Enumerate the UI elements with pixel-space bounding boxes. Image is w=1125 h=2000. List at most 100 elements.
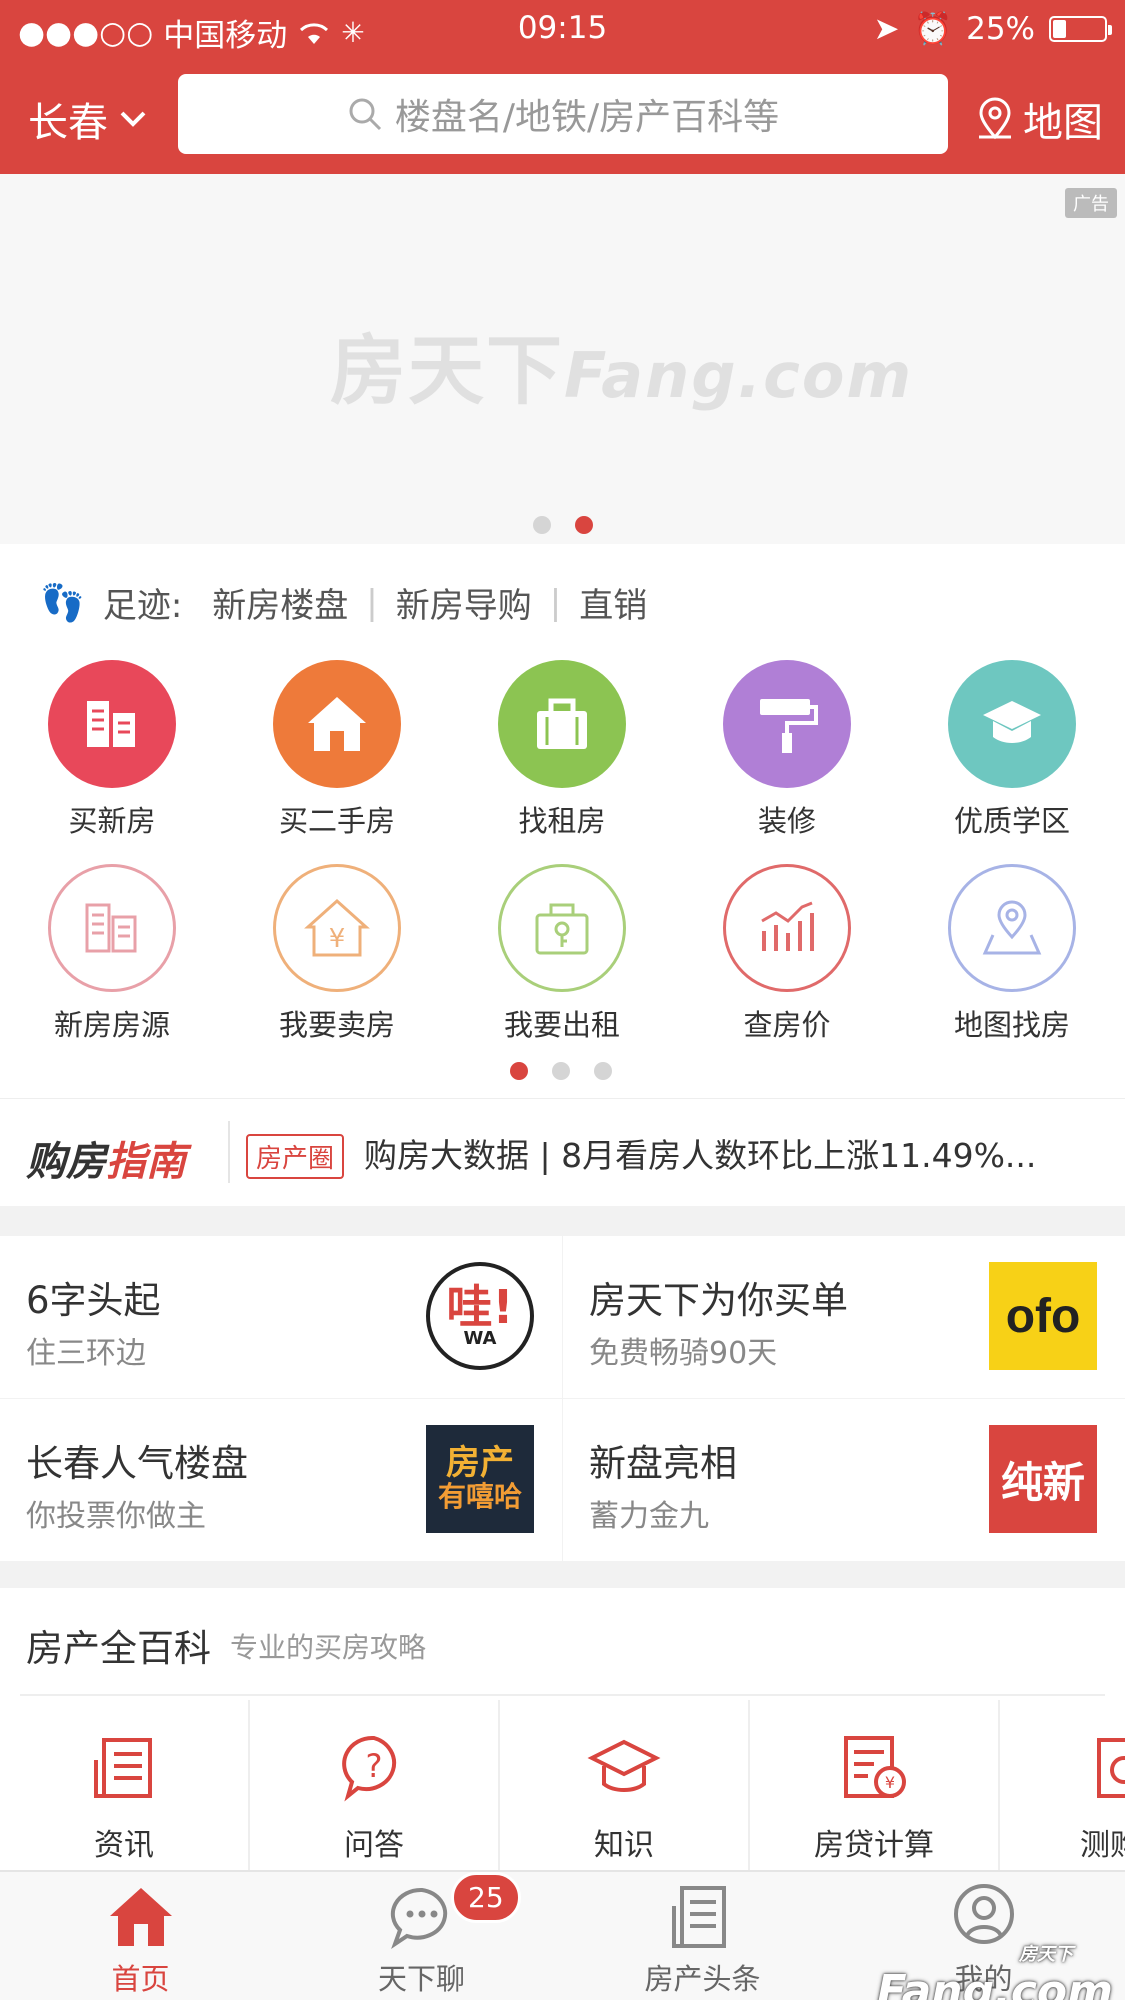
city-label: 长春 (28, 100, 108, 146)
location-arrow-icon: ➤ (873, 10, 900, 47)
news-icon (94, 1738, 152, 1798)
promo-subtitle: 免费畅骑90天 (589, 1336, 778, 1371)
grid-label: 找租房 (518, 804, 606, 838)
promo-wa-logo: 哇! WA (426, 1262, 534, 1370)
pager-dot[interactable] (594, 1062, 612, 1080)
wiki-item-qa[interactable]: ? 问答 (250, 1700, 500, 1870)
wiki-title: 房产全百科 (26, 1627, 211, 1670)
grid-item-sell[interactable]: ¥ 我要卖房 (247, 864, 427, 1044)
battery-icon (1049, 15, 1112, 42)
promo-img-text: 房产 (446, 1442, 514, 1483)
map-pin-icon (948, 864, 1076, 992)
promo-subtitle: 蓄力金九 (589, 1499, 709, 1534)
divider (228, 1121, 230, 1183)
wiki-label: 问答 (344, 1828, 404, 1863)
promo-img-text: ofo (1005, 1289, 1081, 1343)
grid-item-price[interactable]: 查房价 (697, 864, 877, 1044)
building-outline-icon (48, 864, 176, 992)
promo-card[interactable]: 长春人气楼盘 你投票你做主 房产 有嘻哈 (0, 1399, 562, 1561)
pager-dot[interactable] (533, 516, 551, 534)
promo-title: 6字头起 (26, 1279, 161, 1322)
alarm-icon: ⏰ (913, 11, 953, 47)
grid-item-new-listings[interactable]: 新房房源 (22, 864, 202, 1044)
grid-label: 我要卖房 (278, 1008, 395, 1042)
building-icon (48, 660, 176, 788)
guide-tag: 房产圈 (246, 1134, 345, 1179)
watermark-logo: 房天下 Fang.com (877, 1940, 1113, 2000)
tab-headlines[interactable]: 房产头条 (562, 1872, 843, 2000)
promo-title: 房天下为你买单 (589, 1279, 848, 1322)
question-icon: ? (342, 1735, 397, 1802)
house-yen-icon: ¥ (273, 864, 401, 992)
guide-headline[interactable]: 购房大数据 | 8月看房人数环比上涨11.49%... (364, 1129, 1109, 1177)
search-placeholder: 楼盘名/地铁/房产百科等 (394, 97, 780, 138)
footprint-item[interactable]: 直销 (579, 578, 647, 627)
tab-chat[interactable]: 天下聊 25 (281, 1872, 562, 2000)
footprint-item[interactable]: 新房楼盘 (212, 578, 348, 627)
promo-subtitle: 你投票你做主 (26, 1499, 206, 1534)
grid-item-decoration[interactable]: 装修 (697, 660, 877, 840)
promo-card[interactable]: 房天下为你买单 免费畅骑90天 ofo (563, 1236, 1125, 1398)
wiki-item-loan-calc[interactable]: ¥ 房贷计算 (750, 1700, 1000, 1870)
divider: | (549, 582, 562, 623)
home-icon (109, 1888, 172, 1946)
pager-dot[interactable] (552, 1062, 570, 1080)
grid-item-buy-new[interactable]: 买新房 (22, 660, 202, 840)
grid-item-rent[interactable]: 找租房 (472, 660, 652, 840)
grid-label: 我要出租 (503, 1008, 620, 1042)
footprint-item[interactable]: 新房导购 (396, 578, 532, 627)
graduation-cap-icon (587, 1739, 661, 1792)
battery-percent: 25% (966, 10, 1035, 47)
chat-icon (390, 1887, 447, 1950)
guide-title-a: 购房 (26, 1139, 106, 1185)
watermark-text: Fang.com (876, 1966, 1113, 2000)
unread-badge: 25 (451, 1872, 521, 1923)
banner-logo: 房天下Fang.com (330, 309, 913, 419)
wiki-subtitle: 专业的买房攻略 (230, 1631, 427, 1664)
ad-tag: 广告 (1065, 188, 1117, 218)
wiki-item-test[interactable]: 测购房 (1000, 1700, 1125, 1870)
svg-text:¥: ¥ (885, 1773, 895, 1792)
pager-dot-active[interactable] (575, 516, 593, 534)
test-icon (1097, 1738, 1125, 1798)
watermark-top: 房天下 (1019, 1944, 1073, 1965)
footprint-icon: 👣 (40, 582, 85, 624)
divider: | (366, 582, 378, 623)
grid-label: 地图找房 (953, 1008, 1070, 1042)
grid-label: 新房房源 (53, 1008, 170, 1042)
footprint-bar: 👣 足迹: 新房楼盘 | 新房导购 | 直销 (40, 578, 647, 627)
wiki-item-news[interactable]: 资讯 (0, 1700, 250, 1870)
promo-subtitle: 住三环边 (26, 1336, 146, 1371)
banner-logo-en: Fang.com (564, 339, 914, 412)
grid-item-school[interactable]: 优质学区 (922, 660, 1102, 840)
city-selector[interactable]: 长春 (28, 90, 148, 148)
grid-item-rent-out[interactable]: 我要出租 (472, 864, 652, 1044)
paint-roller-icon (723, 660, 851, 788)
wiki-item-knowledge[interactable]: 知识 (500, 1700, 750, 1870)
purchase-guide-bar[interactable]: 购房指南 房产圈 购房大数据 | 8月看房人数环比上涨11.49%... (0, 1098, 1125, 1206)
promo-img-text: 纯新 (1000, 1457, 1085, 1507)
search-input[interactable]: 楼盘名/地铁/房产百科等 (178, 74, 948, 154)
promo-card[interactable]: 6字头起 住三环边 哇! WA (0, 1236, 562, 1398)
promo-ofo-logo: ofo (989, 1262, 1097, 1370)
graduation-cap-icon (948, 660, 1076, 788)
house-icon (273, 660, 401, 788)
promo-new-image: 纯新 (989, 1425, 1097, 1533)
banner-pager (533, 516, 593, 534)
promo-img-sub: WA (463, 1328, 497, 1349)
promo-title: 新盘亮相 (589, 1442, 737, 1485)
ad-banner[interactable]: 广告 房天下Fang.com (0, 174, 1125, 544)
map-button[interactable]: 地图 (975, 90, 1103, 148)
wiki-label: 房贷计算 (814, 1828, 934, 1863)
promo-card[interactable]: 新盘亮相 蓄力金九 纯新 (563, 1399, 1125, 1561)
grid-item-buy-used[interactable]: 买二手房 (247, 660, 427, 840)
tab-home[interactable]: 首页 (0, 1872, 281, 2000)
svg-text:¥: ¥ (329, 924, 346, 954)
bag-icon (498, 660, 626, 788)
grid-item-map-search[interactable]: 地图找房 (922, 864, 1102, 1044)
chevron-down-icon (120, 111, 146, 127)
guide-title: 购房指南 (26, 1129, 186, 1187)
promo-img-text: 哇! (446, 1280, 514, 1334)
top-header: 长春 楼盘名/地铁/房产百科等 地图 (0, 56, 1125, 174)
pager-dot-active[interactable] (510, 1062, 528, 1080)
